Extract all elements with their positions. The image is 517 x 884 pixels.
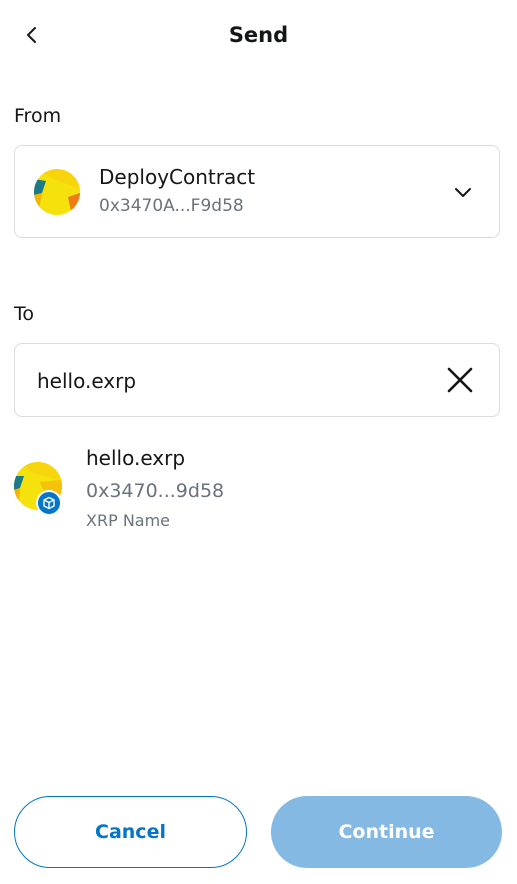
to-label: To xyxy=(14,303,35,325)
from-label: From xyxy=(14,105,62,127)
account-address: 0x3470A...F9d58 xyxy=(99,196,244,216)
account-name: DeployContract xyxy=(99,165,256,189)
continue-button[interactable]: Continue xyxy=(271,796,502,868)
header: Send xyxy=(0,0,517,70)
recipient-field xyxy=(14,343,500,418)
recipient-input[interactable] xyxy=(35,344,439,418)
close-icon[interactable] xyxy=(445,365,475,395)
from-account-selector[interactable]: DeployContract 0x3470A...F9d58 xyxy=(14,145,500,238)
account-avatar xyxy=(34,169,80,215)
page-title: Send xyxy=(228,23,289,47)
recipient-address: 0x3470...9d58 xyxy=(86,480,225,502)
cube-icon xyxy=(36,490,62,516)
recipient-tag: XRP Name xyxy=(86,511,171,530)
chevron-down-icon[interactable] xyxy=(451,180,475,204)
recipient-suggestion[interactable]: hello.exrp 0x3470...9d58 XRP Name xyxy=(0,440,517,540)
recipient-name: hello.exrp xyxy=(86,446,186,470)
cancel-button[interactable]: Cancel xyxy=(14,796,247,868)
